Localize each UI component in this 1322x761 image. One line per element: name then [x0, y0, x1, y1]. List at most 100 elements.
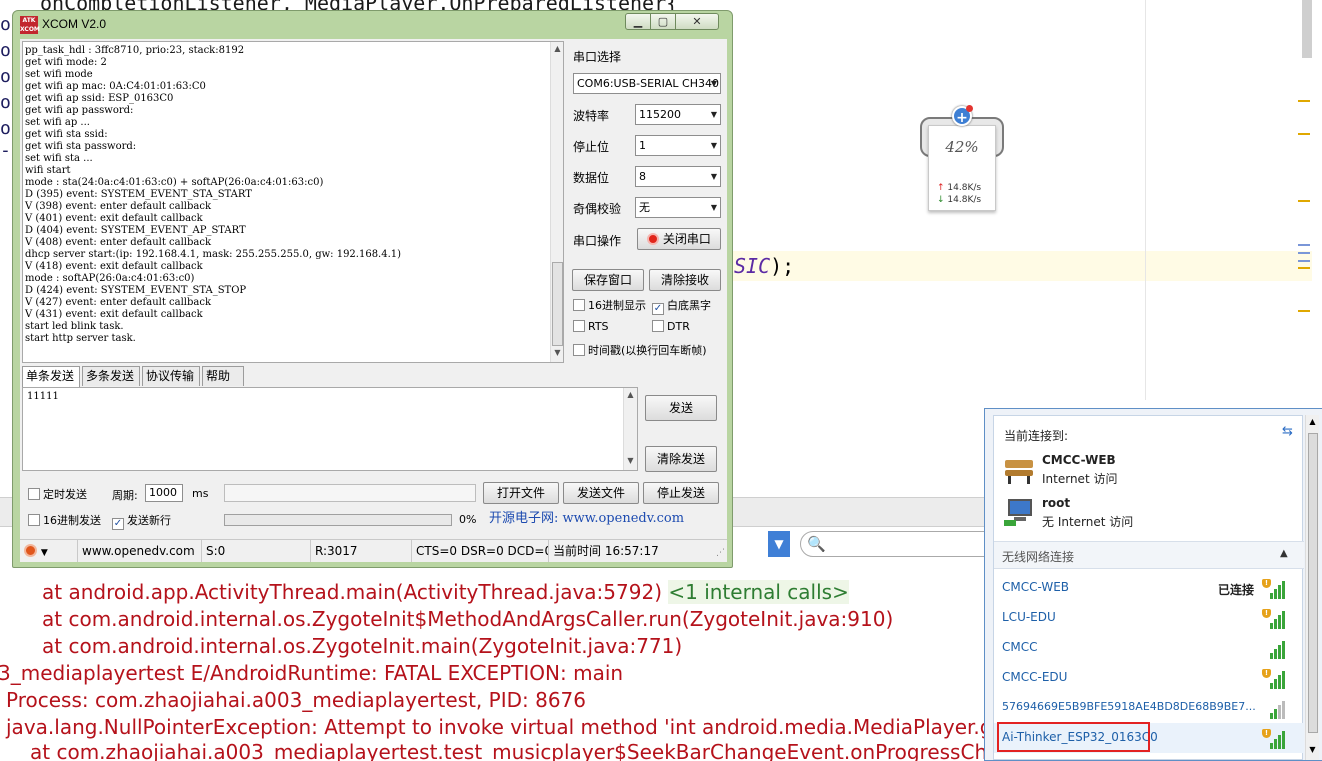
- connection-status: 无 Internet 访问: [1042, 515, 1134, 529]
- send-input-text: 11111: [27, 391, 59, 402]
- log-line: set wifi ap ...: [25, 117, 90, 128]
- error-stripe-mark[interactable]: [1298, 252, 1310, 254]
- internal-calls-link[interactable]: <1 internal calls>: [668, 580, 849, 604]
- code-keyword: SIC: [734, 254, 771, 278]
- scroll-thumb[interactable]: [1308, 433, 1318, 733]
- log-line: dhcp server start:(ip: 192.168.4.1, mask…: [25, 249, 402, 260]
- stopbits-select[interactable]: 1 ▼: [635, 135, 721, 156]
- checkbox-box[interactable]: [573, 299, 585, 311]
- timed-send-checkbox[interactable]: 定时发送: [28, 486, 87, 502]
- log-line: set wifi sta ...: [25, 153, 93, 164]
- scroll-down-icon[interactable]: ▼: [1306, 745, 1319, 754]
- scroll-down-icon[interactable]: ▼: [624, 456, 637, 465]
- wifi-network-item[interactable]: 57694669E5B9BFE5918AE4BD8DE68B9BE7...: [994, 693, 1304, 723]
- send-input[interactable]: 11111 ▲ ▼: [22, 387, 638, 471]
- baud-select[interactable]: 115200 ▼: [635, 104, 721, 125]
- open-file-button[interactable]: 打开文件: [483, 482, 559, 504]
- wifi-signal-icon: !: [1262, 729, 1286, 749]
- tab-single-send[interactable]: 单条发送: [22, 366, 80, 387]
- timed-send-text: 定时发送: [43, 488, 87, 501]
- title-bar[interactable]: ATK XCOM XCOM V2.0 ▁ ▢ ✕: [13, 11, 732, 39]
- wifi-signal-icon: [1262, 699, 1286, 719]
- wifi-network-item[interactable]: CMCC: [994, 633, 1304, 663]
- wifi-network-item[interactable]: LCU-EDU !: [994, 603, 1304, 633]
- error-stripe-mark[interactable]: [1298, 100, 1310, 102]
- databits-select[interactable]: 8 ▼: [635, 166, 721, 187]
- code-fragment: -: [0, 140, 11, 161]
- log-line: get wifi ap ssid: ESP_0163C0: [25, 93, 174, 104]
- error-stripe-mark[interactable]: [1298, 260, 1310, 262]
- dtr-checkbox[interactable]: DTR: [652, 320, 690, 333]
- checkmark-icon[interactable]: ✓: [112, 518, 124, 530]
- log-scrollbar[interactable]: ▲ ▼: [550, 42, 563, 362]
- clear-receive-button[interactable]: 清除接收: [649, 269, 721, 291]
- filter-dropdown[interactable]: ▼: [768, 531, 790, 557]
- checkbox-box[interactable]: [573, 344, 585, 356]
- resize-grip-icon[interactable]: ⋰: [716, 548, 725, 558]
- refresh-icon[interactable]: ⇆: [1282, 424, 1293, 439]
- scroll-down-icon[interactable]: ▼: [551, 348, 563, 357]
- checkbox-box[interactable]: [28, 488, 40, 500]
- wifi-network-item[interactable]: CMCC-WEB 已连接 !: [994, 573, 1304, 603]
- checkbox-box[interactable]: [652, 320, 664, 332]
- openedv-link[interactable]: 开源电子网: www.openedv.com: [489, 507, 684, 526]
- logcat-search-input[interactable]: 🔍: [800, 531, 990, 557]
- save-window-button[interactable]: 保存窗口: [572, 269, 644, 291]
- error-stripe-mark[interactable]: [1298, 133, 1310, 135]
- parity-select[interactable]: 无 ▼: [635, 197, 721, 218]
- wireless-section-header[interactable]: 无线网络连接 ▲: [994, 541, 1304, 569]
- checkbox-box[interactable]: [573, 320, 585, 332]
- close-port-button[interactable]: 关闭串口: [637, 228, 721, 250]
- scroll-thumb[interactable]: [552, 262, 563, 346]
- code-line-basic[interactable]: SIC);: [734, 254, 794, 278]
- wifi-network-item[interactable]: CMCC-EDU !: [994, 663, 1304, 693]
- editor-scrollbar[interactable]: [1302, 0, 1312, 58]
- minimize-button[interactable]: ▁: [625, 13, 651, 30]
- status-settings[interactable]: ▼: [20, 540, 78, 562]
- send-scrollbar[interactable]: ▲ ▼: [623, 388, 637, 470]
- white-bg-text: 白底黑字: [667, 299, 711, 312]
- timestamp-text: 时间戳(以换行回车断帧): [588, 344, 707, 357]
- tab-help[interactable]: 帮助: [202, 366, 244, 386]
- chevron-down-icon[interactable]: ▼: [41, 548, 48, 558]
- timestamp-checkbox[interactable]: 时间戳(以换行回车断帧): [573, 342, 707, 358]
- chevron-up-icon[interactable]: ▲: [1280, 548, 1288, 559]
- scroll-up-icon[interactable]: ▲: [1306, 417, 1319, 426]
- error-stripe-mark[interactable]: [1298, 200, 1310, 202]
- scroll-up-icon[interactable]: ▲: [551, 44, 563, 53]
- white-bg-checkbox[interactable]: ✓ 白底黑字: [652, 297, 711, 315]
- gear-icon[interactable]: [24, 544, 37, 557]
- period-input[interactable]: 1000: [145, 484, 183, 502]
- scroll-up-icon[interactable]: ▲: [624, 390, 637, 399]
- log-line: V (408) event: enter default callback: [25, 237, 212, 248]
- port-select[interactable]: COM6:USB-SERIAL CH340 ▼: [573, 73, 721, 94]
- console-line: at com.android.internal.os.ZygoteInit.ma…: [42, 634, 683, 658]
- clear-send-button[interactable]: 清除发送: [645, 446, 717, 472]
- tab-multi-send[interactable]: 多条发送: [82, 366, 140, 386]
- error-stripe-mark[interactable]: [1298, 267, 1310, 269]
- error-stripe-mark[interactable]: [1298, 244, 1310, 246]
- send-button[interactable]: 发送: [645, 395, 717, 421]
- wifi-scrollbar[interactable]: ▲ ▼: [1305, 415, 1319, 760]
- rts-checkbox[interactable]: RTS: [573, 320, 609, 333]
- send-file-button[interactable]: 发送文件: [563, 482, 639, 504]
- error-stripe-mark[interactable]: [1298, 310, 1310, 312]
- send-newline-checkbox[interactable]: ✓ 发送新行: [112, 512, 171, 530]
- close-button[interactable]: ✕: [675, 13, 719, 30]
- status-url[interactable]: www.openedv.com: [78, 540, 202, 562]
- checkbox-box[interactable]: [28, 514, 40, 526]
- log-line: wifi start: [25, 165, 71, 176]
- log-line: get wifi mode: 2: [25, 57, 107, 68]
- maximize-button[interactable]: ▢: [650, 13, 676, 30]
- tab-protocol[interactable]: 协议传输: [142, 366, 200, 386]
- network-speed-widget[interactable]: 42% ↑ 14.8K/s ↓ 14.8K/s +: [918, 103, 1006, 213]
- checkmark-icon[interactable]: ✓: [652, 303, 664, 315]
- hex-display-checkbox[interactable]: 16进制显示: [573, 297, 646, 313]
- close-port-text: 关闭串口: [662, 232, 711, 246]
- public-network-icon: [1002, 454, 1036, 484]
- file-path-field[interactable]: [224, 484, 476, 502]
- receive-log[interactable]: pp_task_hdl : 3ffc8710, prio:23, stack:8…: [22, 41, 564, 363]
- hex-send-checkbox[interactable]: 16进制发送: [28, 512, 101, 528]
- stop-send-button[interactable]: 停止发送: [643, 482, 719, 504]
- shield-icon: !: [1262, 609, 1271, 618]
